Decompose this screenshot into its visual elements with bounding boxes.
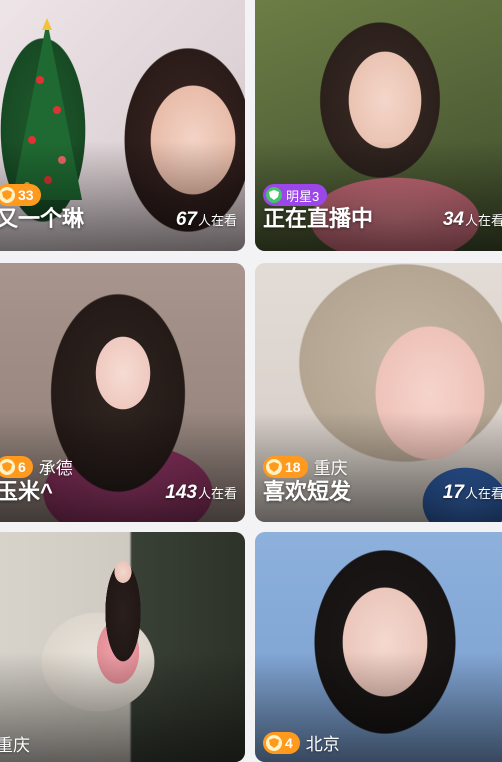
viewer-label: 人在看 <box>464 213 502 228</box>
viewer-number: 34 <box>442 209 464 230</box>
viewer-count: 34 人在看 <box>443 209 502 231</box>
shield-icon <box>0 458 15 475</box>
level-badge: 4 <box>263 731 300 754</box>
viewer-label: 人在看 <box>197 213 237 228</box>
viewer-number: 67 <box>175 209 197 230</box>
stream-title: 又一个琳 <box>0 206 85 231</box>
bottom-shade <box>0 652 245 762</box>
viewer-label: 人在看 <box>197 486 237 501</box>
badge-row: 重庆 <box>0 731 30 756</box>
live-card-4[interactable]: 18 重庆 喜欢短发 17 人在看 <box>255 263 502 522</box>
badge-row: 4 北京 <box>263 730 340 755</box>
viewer-count: 67 人在看 <box>176 209 237 231</box>
level-value: 6 <box>18 458 26 475</box>
shield-icon <box>266 458 282 475</box>
city-label: 北京 <box>305 735 340 754</box>
viewer-number: 143 <box>165 482 197 503</box>
live-card-2[interactable]: 明星3 正在直播中 34 人在看 <box>255 0 502 251</box>
viewer-count: 17 人在看 <box>443 482 502 504</box>
live-card-1[interactable]: 33 又一个琳 67 人在看 <box>0 0 245 251</box>
shield-icon <box>266 734 282 751</box>
city-label: 重庆 <box>0 736 30 755</box>
level-value: 18 <box>285 458 301 475</box>
viewer-number: 17 <box>442 482 464 503</box>
stream-title: 喜欢短发 <box>263 479 352 504</box>
level-value: 4 <box>285 734 293 751</box>
live-card-3[interactable]: 6 承德 玉米^ 143 人在看 <box>0 263 245 522</box>
stream-title: 玉米^ <box>0 479 53 504</box>
viewer-count: 143 人在看 <box>165 482 237 504</box>
live-card-5[interactable]: 重庆 <box>0 532 245 762</box>
viewer-label: 人在看 <box>464 486 502 501</box>
live-card-6[interactable]: 4 北京 <box>255 532 502 762</box>
stream-title: 正在直播中 <box>263 206 374 231</box>
